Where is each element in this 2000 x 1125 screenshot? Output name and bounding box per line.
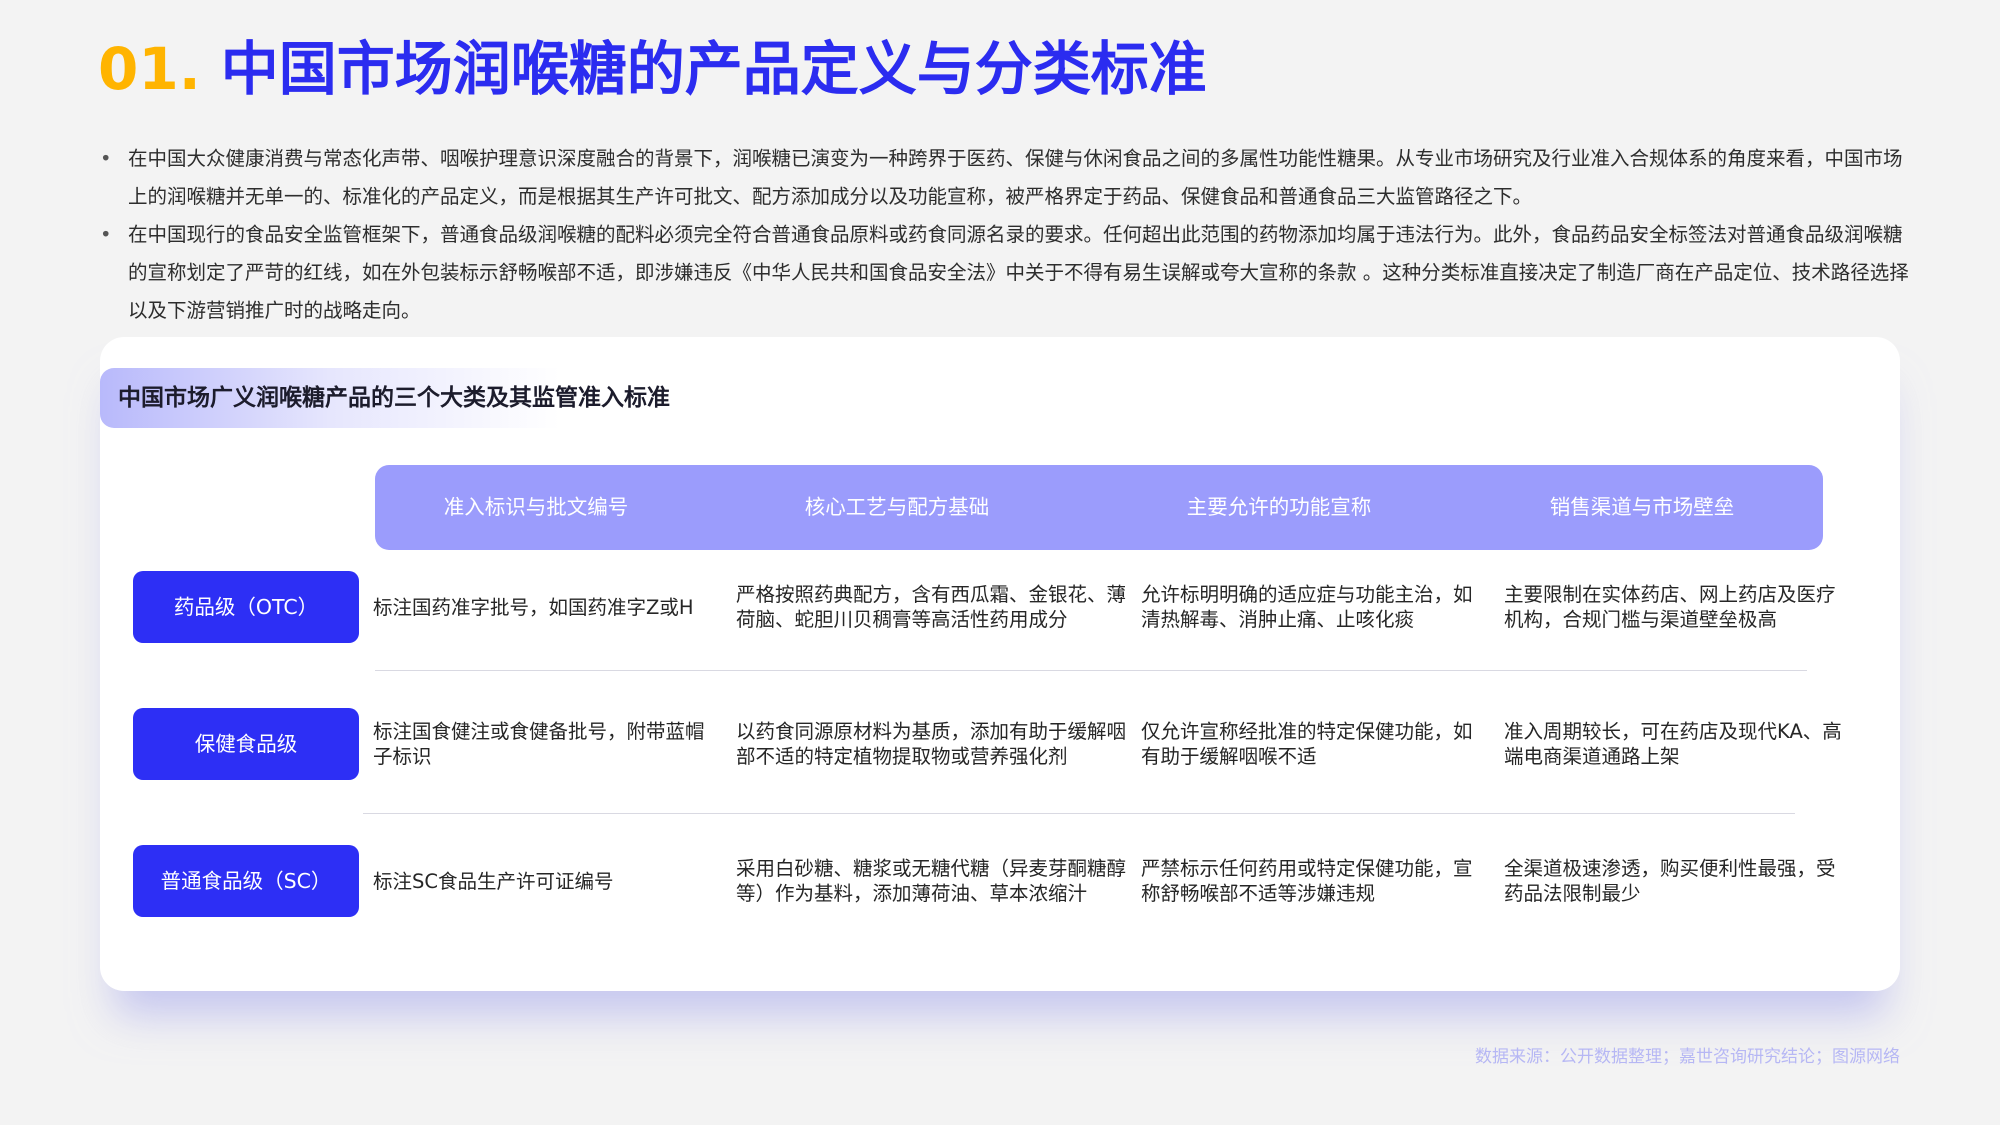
title-text: 中国市场润喉糖的产品定义与分类标准 (220, 35, 1207, 103)
header-cell: 主要允许的功能宣称 (1186, 495, 1372, 519)
row-divider (375, 670, 1807, 671)
page-title: 01. 中国市场润喉糖的产品定义与分类标准 (98, 34, 1207, 104)
table-cell: 严禁标示任何药用或特定保健功能，宣称舒畅喉部不适等涉嫌违规 (1141, 857, 1473, 905)
row-label-otc: 药品级（OTC） (133, 571, 359, 643)
bullet-item: 在中国现行的食品安全监管框架下，普通食品级润喉糖的配料必须完全符合普通食品原料或… (98, 216, 1918, 330)
table-cell: 标注SC食品生产许可证编号 (373, 869, 614, 893)
table-cell: 标注国食健注或食健备批号，附带蓝帽子标识 (373, 720, 705, 768)
intro-bullets: 在中国大众健康消费与常态化声带、咽喉护理意识深度融合的背景下，润喉糖已演变为一种… (98, 140, 1918, 330)
table-cell: 全渠道极速渗透，购买便利性最强，受药品法限制最少 (1504, 857, 1836, 905)
header-cell: 准入标识与批文编号 (443, 495, 629, 519)
table-cell: 仅允许宣称经批准的特定保健功能，如有助于缓解咽喉不适 (1141, 720, 1473, 768)
table-cell: 标注国药准字批号，如国药准字Z或H (373, 595, 694, 619)
bullet-item: 在中国大众健康消费与常态化声带、咽喉护理意识深度融合的背景下，润喉糖已演变为一种… (98, 140, 1918, 216)
row-divider (363, 813, 1795, 814)
row-label-health-food: 保健食品级 (133, 708, 359, 780)
data-source-note: 数据来源：公开数据整理；嘉世咨询研究结论；图源网络 (1475, 1047, 1900, 1067)
row-label-general-food: 普通食品级（SC） (133, 845, 359, 917)
section-number: 01. (98, 35, 201, 103)
classification-card: 中国市场广义润喉糖产品的三个大类及其监管准入标准 准入标识与批文编号 核心工艺与… (100, 337, 1900, 991)
table-cell: 准入周期较长，可在药店及现代KA、高端电商渠道通路上架 (1504, 720, 1842, 768)
table-cell: 采用白砂糖、糖浆或无糖代糖（异麦芽酮糖醇等）作为基料，添加薄荷油、草本浓缩汁 (736, 857, 1127, 905)
table-cell: 严格按照药典配方，含有西瓜霜、金银花、薄荷脑、蛇胆川贝稠膏等高活性药用成分 (736, 583, 1127, 631)
table-cell: 以药食同源原材料为基质，添加有助于缓解咽部不适的特定植物提取物或营养强化剂 (736, 720, 1127, 768)
table-cell: 主要限制在实体药店、网上药店及医疗机构，合规门槛与渠道壁垒极高 (1504, 583, 1836, 631)
table-cell: 允许标明明确的适应症与功能主治，如清热解毒、消肿止痛、止咳化痰 (1141, 583, 1473, 631)
header-cell: 核心工艺与配方基础 (804, 495, 990, 519)
table-title: 中国市场广义润喉糖产品的三个大类及其监管准入标准 (100, 368, 670, 428)
header-cell: 销售渠道与市场壁垒 (1549, 495, 1735, 519)
table-header: 准入标识与批文编号 核心工艺与配方基础 主要允许的功能宣称 销售渠道与市场壁垒 (375, 465, 1823, 550)
